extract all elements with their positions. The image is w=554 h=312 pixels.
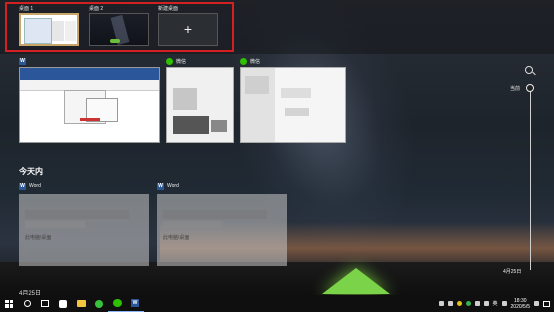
- blurred-content: [173, 88, 197, 110]
- taskbar-wechat[interactable]: [108, 295, 126, 312]
- ime-indicator[interactable]: 英: [493, 301, 498, 307]
- blurred-filename: [25, 221, 85, 228]
- search-button[interactable]: [18, 295, 36, 312]
- blurred-content: [285, 108, 309, 116]
- window-thumbnail[interactable]: [19, 67, 160, 143]
- new-desktop[interactable]: 新建桌面 +: [158, 5, 218, 46]
- blurred-filename: [163, 221, 223, 228]
- red-mark: [80, 118, 100, 121]
- desktop-2-thumbnail[interactable]: [89, 13, 149, 46]
- card-header: W Word: [19, 181, 149, 191]
- mini-window: [65, 21, 76, 41]
- scrubber-handle[interactable]: [526, 84, 534, 92]
- card-body[interactable]: 此电脑\桌面: [157, 194, 287, 266]
- desktop-2[interactable]: 桌面 2: [89, 5, 149, 46]
- card-body[interactable]: 此电脑\桌面: [19, 194, 149, 266]
- window-title: 微信: [176, 58, 187, 65]
- blurred-content: [211, 120, 227, 132]
- notification-icon[interactable]: [543, 300, 550, 307]
- chevron-up-icon[interactable]: [447, 301, 453, 306]
- green-app-icon: [95, 299, 103, 308]
- search-icon[interactable]: [525, 66, 533, 74]
- taskbar-explorer[interactable]: [72, 295, 90, 312]
- windows-logo-icon: [5, 299, 13, 308]
- new-desktop-label: 新建桌面: [158, 6, 179, 12]
- word-ribbon: [20, 68, 159, 80]
- green-tray-icon[interactable]: [465, 301, 471, 306]
- task-view-icon: [41, 300, 49, 307]
- blurred-content: [245, 76, 269, 94]
- word-icon: W: [131, 299, 139, 307]
- app-icon: [59, 299, 67, 308]
- person-icon[interactable]: [438, 301, 444, 306]
- clock[interactable]: 18:30 2020/5/5: [511, 298, 530, 310]
- card-app-name: Word: [29, 183, 41, 189]
- network-icon[interactable]: [483, 301, 489, 306]
- scrubber-date-label: 4月25日: [503, 269, 522, 275]
- blurred-content: [173, 116, 209, 134]
- card-app-name: Word: [167, 183, 179, 189]
- taskbar-word[interactable]: W: [126, 295, 144, 312]
- window-thumbnail[interactable]: [240, 67, 346, 143]
- wechat-icon: [166, 57, 173, 65]
- glowing-tent: [322, 268, 390, 294]
- card-header: W Word: [157, 181, 287, 191]
- timeline-card[interactable]: W Word 此电脑\桌面: [157, 181, 287, 266]
- scrubber-now-label: 当前: [510, 86, 521, 92]
- task-view-button[interactable]: [36, 295, 54, 312]
- blurred-filename: [163, 210, 267, 219]
- taskbar-app-green[interactable]: [90, 295, 108, 312]
- system-tray: 英 18:30 2020/5/5: [438, 295, 554, 312]
- wechat-icon: [112, 299, 122, 307]
- mini-window: [52, 21, 64, 41]
- window-wechat-1[interactable]: 微信: [166, 56, 234, 143]
- taskbar: W 英 18:30 2020/5/5: [0, 295, 554, 312]
- window-title: 微信: [250, 58, 261, 65]
- desktop-1-label: 桌面 1: [19, 6, 34, 12]
- window-header: 微信: [240, 56, 346, 66]
- start-button[interactable]: [0, 295, 18, 312]
- word-icon: W: [157, 182, 164, 190]
- wechat-icon: [240, 57, 247, 65]
- desktop-2-label: 桌面 2: [89, 6, 104, 12]
- window-thumbnail[interactable]: [166, 67, 234, 143]
- clock-date: 2020/5/5: [510, 303, 530, 310]
- blurred-content: [281, 88, 311, 98]
- keyboard-icon[interactable]: [501, 301, 507, 306]
- mini-window: [24, 18, 52, 44]
- card-location: 此电脑\桌面: [25, 235, 52, 241]
- ground: [0, 262, 554, 297]
- yellow-tray-icon[interactable]: [456, 301, 462, 306]
- window-word[interactable]: W: [19, 56, 160, 143]
- timeline-card[interactable]: W Word 此电脑\桌面: [19, 181, 149, 266]
- blurred-filename: [25, 210, 129, 219]
- window-wechat-2[interactable]: 微信: [240, 56, 346, 143]
- timeline-section-today: 今天内: [19, 167, 43, 176]
- circle-icon: [23, 300, 31, 307]
- folder-icon: [76, 300, 86, 307]
- word-icon: W: [19, 182, 26, 190]
- plus-icon: +: [183, 21, 193, 37]
- timeline-scrubber[interactable]: [530, 90, 531, 270]
- desktop-1[interactable]: 桌面 1: [19, 5, 79, 46]
- desktop-1-thumbnail[interactable]: [19, 13, 79, 46]
- taskbar-app[interactable]: [54, 295, 72, 312]
- word-icon: W: [19, 57, 26, 65]
- volume-icon[interactable]: [474, 301, 480, 306]
- add-desktop-button[interactable]: +: [158, 13, 218, 46]
- badge-icon[interactable]: [534, 301, 539, 306]
- window-header: 微信: [166, 56, 234, 66]
- mini-tent: [110, 39, 120, 43]
- card-location: 此电脑\桌面: [163, 235, 190, 241]
- window-header: W: [19, 56, 160, 66]
